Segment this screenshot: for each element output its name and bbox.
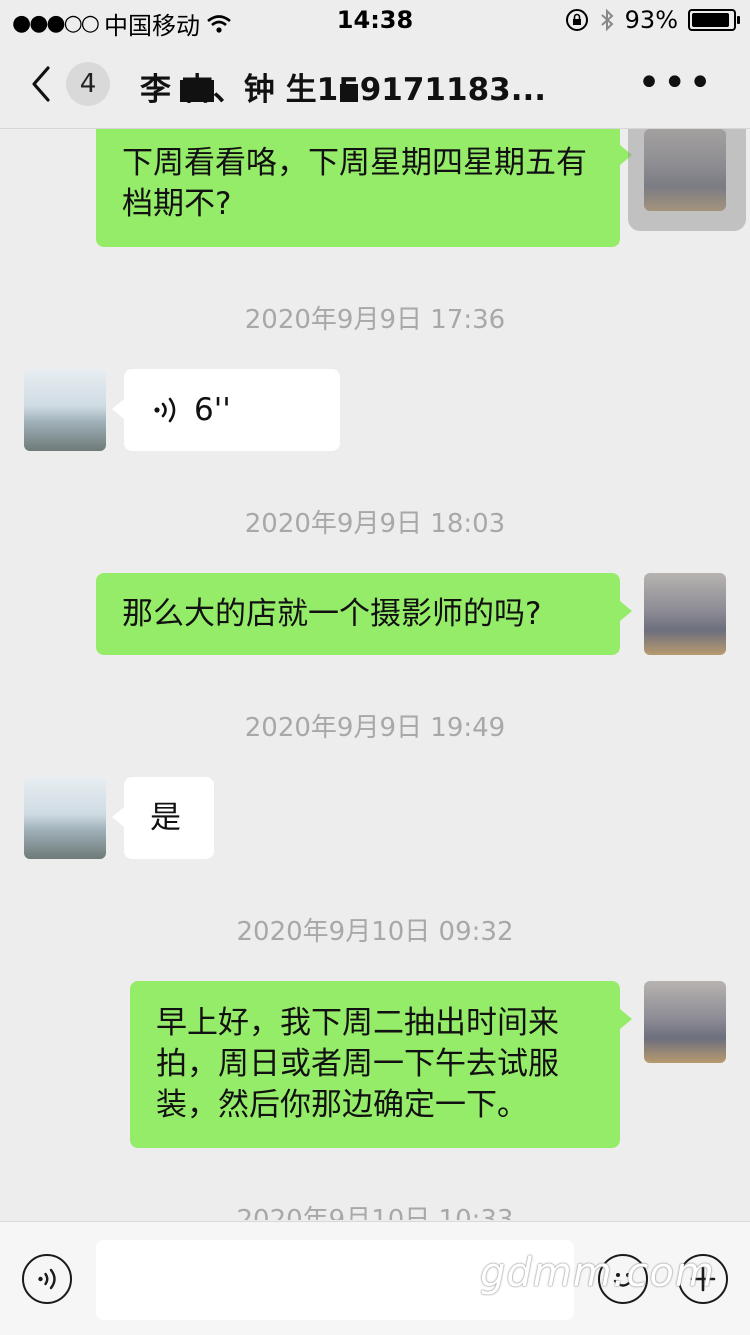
voice-duration: 6'' bbox=[194, 391, 231, 428]
voice-wave-icon bbox=[154, 397, 176, 423]
watermark: gdmm.com bbox=[480, 1250, 715, 1296]
contact-avatar[interactable] bbox=[24, 369, 106, 451]
bluetooth-icon bbox=[600, 8, 614, 32]
voice-wave-icon bbox=[38, 1268, 56, 1290]
status-bar: ●●●○○ 中国移动 14:38 93% bbox=[0, 0, 750, 40]
message-bubble-outgoing[interactable]: 早上好，我下周二抽出时间来拍，周日或者周一下午去试服装，然后你那边确定一下。 bbox=[130, 981, 632, 1148]
redaction-block bbox=[180, 80, 214, 102]
message-text: 那么大的店就一个摄影师的吗? bbox=[122, 596, 542, 632]
timestamp: 2020年9月10日 10:33 bbox=[236, 1205, 514, 1220]
message-list[interactable]: 下周看看咯，下周星期四星期五有档期不? 2020年9月9日 17:36 6'' … bbox=[0, 129, 750, 1220]
timestamp: 2020年9月9日 17:36 bbox=[244, 305, 506, 335]
message-text: 早上好，我下周二抽出时间来拍，周日或者周一下午去试服装，然后你那边确定一下。 bbox=[156, 1005, 559, 1123]
avatar-press-highlight bbox=[628, 129, 746, 231]
message-text: 是 bbox=[150, 800, 181, 836]
battery-fill bbox=[692, 13, 730, 27]
chat-header: 4 李 杏、钟 生159171183... ••• bbox=[0, 40, 750, 129]
voice-input-button[interactable] bbox=[22, 1254, 72, 1304]
unread-count-badge[interactable]: 4 bbox=[66, 62, 110, 106]
timestamp: 2020年9月9日 18:03 bbox=[244, 509, 506, 539]
self-avatar[interactable] bbox=[644, 981, 726, 1063]
battery-percent: 93% bbox=[624, 6, 678, 34]
redaction-block bbox=[340, 84, 358, 102]
timestamp: 2020年9月10日 09:32 bbox=[236, 917, 514, 947]
self-avatar[interactable] bbox=[644, 573, 726, 655]
status-right: 93% bbox=[565, 6, 740, 34]
message-bubble-incoming[interactable]: 是 bbox=[112, 777, 214, 859]
voice-message-bubble[interactable]: 6'' bbox=[112, 369, 340, 451]
rotation-lock-icon bbox=[565, 9, 588, 31]
battery-icon bbox=[688, 9, 740, 31]
timestamp: 2020年9月9日 19:49 bbox=[244, 713, 506, 743]
more-options-icon[interactable]: ••• bbox=[637, 63, 714, 103]
message-bubble-outgoing[interactable]: 那么大的店就一个摄影师的吗? bbox=[96, 573, 632, 655]
message-text: 下周看看咯，下周星期四星期五有档期不? bbox=[122, 145, 587, 222]
contact-avatar[interactable] bbox=[24, 777, 106, 859]
message-bubble-outgoing[interactable]: 下周看看咯，下周星期四星期五有档期不? bbox=[96, 129, 632, 247]
back-chevron-icon[interactable] bbox=[28, 64, 54, 104]
